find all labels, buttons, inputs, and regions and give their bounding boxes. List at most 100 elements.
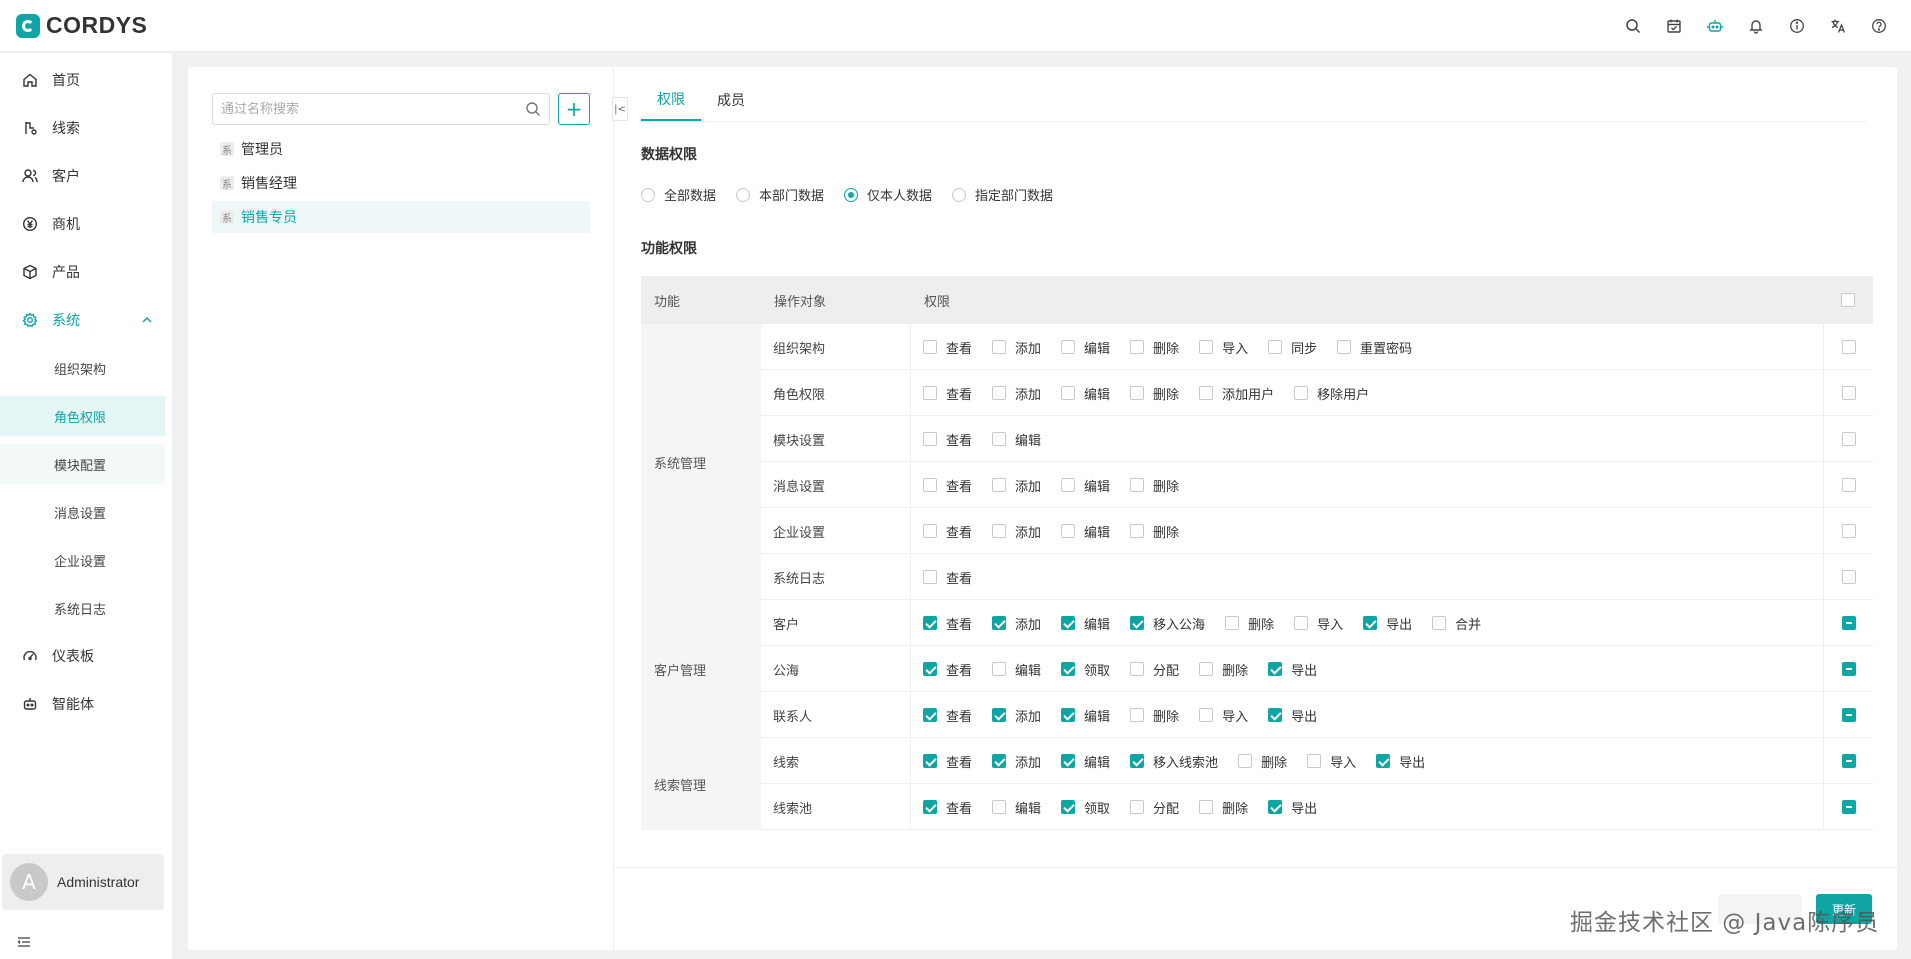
checkbox[interactable] bbox=[1061, 340, 1076, 354]
sidebar-item-products[interactable]: 产品 bbox=[0, 252, 165, 292]
permission-option[interactable]: 添加 bbox=[992, 338, 1041, 357]
permission-option[interactable]: 导入 bbox=[1294, 614, 1343, 633]
permission-option[interactable]: 导出 bbox=[1268, 798, 1317, 817]
permission-option[interactable]: 导入 bbox=[1199, 338, 1248, 357]
data-scope-radio[interactable]: 指定部门数据 bbox=[952, 185, 1053, 204]
sidebar-item-home[interactable]: 首页 bbox=[0, 60, 165, 100]
checkbox[interactable] bbox=[992, 662, 1007, 676]
checkbox[interactable] bbox=[992, 478, 1007, 492]
permission-option[interactable]: 删除 bbox=[1130, 706, 1179, 725]
permission-option[interactable]: 合并 bbox=[1432, 614, 1481, 633]
checkbox[interactable] bbox=[1337, 340, 1352, 354]
checkbox[interactable] bbox=[1376, 754, 1391, 768]
checkbox[interactable] bbox=[1294, 616, 1309, 630]
row-select-all[interactable] bbox=[1823, 600, 1873, 646]
permission-option[interactable]: 导入 bbox=[1307, 752, 1356, 771]
row-select-all[interactable] bbox=[1823, 784, 1873, 830]
data-scope-radio[interactable]: 本部门数据 bbox=[736, 185, 824, 204]
permission-option[interactable]: 添加 bbox=[992, 614, 1041, 633]
permission-option[interactable]: 删除 bbox=[1238, 752, 1287, 771]
checkbox[interactable] bbox=[923, 340, 937, 354]
info-icon[interactable] bbox=[1776, 6, 1817, 47]
permission-option[interactable]: 查看 bbox=[923, 660, 972, 679]
checkbox[interactable] bbox=[923, 616, 937, 630]
checkbox[interactable] bbox=[923, 570, 937, 584]
checkbox[interactable] bbox=[992, 386, 1007, 400]
row-select-all[interactable] bbox=[1823, 370, 1873, 416]
checkbox[interactable] bbox=[1238, 754, 1253, 768]
collapse-panel-icon[interactable]: |< bbox=[612, 97, 628, 121]
checkbox[interactable] bbox=[1130, 524, 1145, 538]
sidebar-item-agent[interactable]: 智能体 bbox=[0, 684, 165, 724]
checkbox[interactable] bbox=[1294, 386, 1309, 400]
checkbox[interactable] bbox=[1841, 340, 1856, 354]
permission-option[interactable]: 编辑 bbox=[992, 430, 1041, 449]
role-item[interactable]: 系 管理员 bbox=[212, 133, 590, 165]
checkbox[interactable] bbox=[1841, 754, 1856, 768]
checkbox[interactable] bbox=[1841, 524, 1856, 538]
radio-dot[interactable] bbox=[736, 187, 751, 202]
checkbox[interactable] bbox=[923, 478, 937, 492]
sidebar-sub-logs[interactable]: 系统日志 bbox=[0, 588, 165, 628]
checkbox[interactable] bbox=[1841, 570, 1856, 584]
checkbox[interactable] bbox=[923, 800, 937, 814]
bell-icon[interactable] bbox=[1735, 6, 1776, 47]
checkbox[interactable] bbox=[1841, 386, 1856, 400]
checkbox[interactable] bbox=[1199, 800, 1214, 814]
permission-option[interactable]: 编辑 bbox=[1061, 384, 1110, 403]
checkbox[interactable] bbox=[1130, 754, 1145, 768]
row-select-all[interactable] bbox=[1823, 692, 1873, 738]
checkbox[interactable] bbox=[1061, 708, 1076, 722]
permission-option[interactable]: 移入线索池 bbox=[1130, 752, 1218, 771]
checkbox[interactable] bbox=[1841, 708, 1856, 722]
checkbox[interactable] bbox=[992, 432, 1007, 446]
permission-option[interactable]: 添加 bbox=[992, 522, 1041, 541]
permission-option[interactable]: 添加 bbox=[992, 752, 1041, 771]
permission-option[interactable]: 添加 bbox=[992, 384, 1041, 403]
permission-option[interactable]: 删除 bbox=[1199, 660, 1248, 679]
permission-option[interactable]: 查看 bbox=[923, 568, 972, 587]
add-role-button[interactable]: + bbox=[558, 93, 590, 125]
checkbox[interactable] bbox=[1268, 340, 1283, 354]
sidebar-item-opportunities[interactable]: 商机 bbox=[0, 204, 165, 244]
permission-option[interactable]: 领取 bbox=[1061, 798, 1110, 817]
checkbox[interactable] bbox=[1841, 478, 1856, 492]
checkbox[interactable] bbox=[1061, 754, 1076, 768]
checkbox[interactable] bbox=[992, 340, 1007, 354]
permission-option[interactable]: 导出 bbox=[1268, 706, 1317, 725]
checkbox[interactable] bbox=[1268, 800, 1283, 814]
radio-dot[interactable] bbox=[952, 187, 967, 202]
checkbox[interactable] bbox=[1841, 432, 1856, 446]
checkbox[interactable] bbox=[1130, 478, 1145, 492]
checkbox[interactable] bbox=[1432, 616, 1447, 630]
checkbox[interactable] bbox=[1061, 478, 1076, 492]
role-item[interactable]: 系 销售经理 bbox=[212, 167, 590, 199]
permission-option[interactable]: 编辑 bbox=[1061, 752, 1110, 771]
row-select-all[interactable] bbox=[1823, 738, 1873, 784]
checkbox[interactable] bbox=[1061, 386, 1076, 400]
row-select-all[interactable] bbox=[1823, 416, 1873, 462]
checkbox[interactable] bbox=[923, 708, 937, 722]
permission-option[interactable]: 导出 bbox=[1376, 752, 1425, 771]
sidebar-item-dashboard[interactable]: 仪表板 bbox=[0, 636, 165, 676]
checkbox[interactable] bbox=[1130, 662, 1145, 676]
checkbox[interactable] bbox=[1130, 616, 1145, 630]
collapse-menu-icon[interactable] bbox=[17, 935, 31, 949]
permission-option[interactable]: 查看 bbox=[923, 614, 972, 633]
checkbox[interactable] bbox=[1130, 386, 1145, 400]
role-item[interactable]: 系 销售专员 bbox=[212, 201, 590, 233]
permission-option[interactable]: 编辑 bbox=[992, 798, 1041, 817]
permission-option[interactable]: 添加 bbox=[992, 706, 1041, 725]
permission-option[interactable]: 查看 bbox=[923, 430, 972, 449]
permission-option[interactable]: 查看 bbox=[923, 338, 972, 357]
checkbox[interactable] bbox=[992, 800, 1007, 814]
radio-dot[interactable] bbox=[844, 187, 859, 202]
permission-option[interactable]: 添加 bbox=[992, 476, 1041, 495]
permission-option[interactable]: 删除 bbox=[1130, 384, 1179, 403]
sidebar-item-leads[interactable]: 线索 bbox=[0, 108, 165, 148]
permission-option[interactable]: 查看 bbox=[923, 798, 972, 817]
permission-option[interactable]: 同步 bbox=[1268, 338, 1317, 357]
checkbox[interactable] bbox=[992, 616, 1007, 630]
checkbox[interactable] bbox=[1199, 708, 1214, 722]
select-all-checkbox[interactable] bbox=[1823, 276, 1873, 324]
